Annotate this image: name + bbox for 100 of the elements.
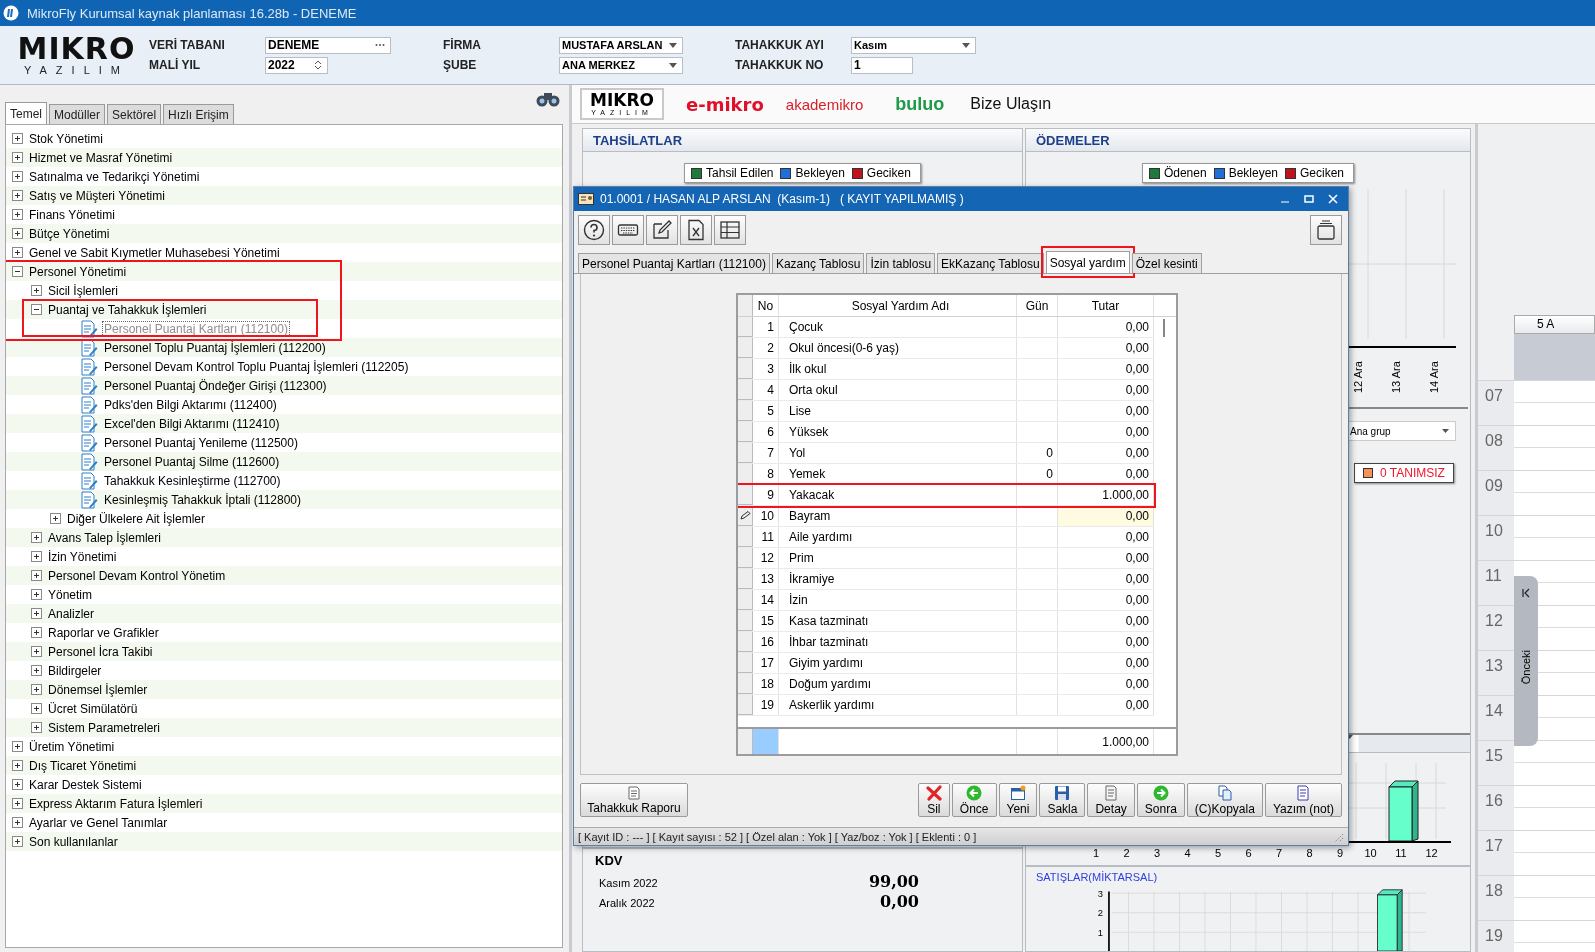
expand-icon[interactable]	[31, 551, 42, 562]
expand-icon[interactable]	[31, 646, 42, 657]
dialog-tab[interactable]: EkKazanç Tablosu	[937, 253, 1044, 273]
sidebar-tab[interactable]: Hızlı Erişim	[163, 104, 234, 124]
tree-item[interactable]: Sicil İşlemleri	[46, 282, 120, 299]
expand-icon[interactable]	[12, 836, 23, 847]
group-dropdown[interactable]: Ana grup	[1346, 421, 1456, 441]
sidebar-tab[interactable]: Modüller	[49, 104, 106, 124]
excel-button[interactable]	[680, 215, 712, 245]
dialog-tab[interactable]: Personel Puantaj Kartları (112100)	[578, 253, 770, 273]
action-button[interactable]: Sakla	[1039, 783, 1086, 817]
collapse-icon[interactable]	[31, 304, 42, 315]
collapse-icon[interactable]	[12, 266, 23, 277]
input-field[interactable]: Kasım	[851, 36, 976, 54]
tree-item[interactable]: Personel Devam Kontrol Toplu Puantaj İşlemleri (112205)	[102, 358, 411, 375]
row-selector[interactable]	[738, 464, 753, 484]
previous-tab[interactable]: Önceki	[1514, 576, 1538, 746]
expand-icon[interactable]	[31, 532, 42, 543]
input-field[interactable]: 1	[851, 56, 913, 74]
tree-item[interactable]: Ayarlar ve Genel Tanımlar	[27, 814, 170, 831]
table-cell: Yakacak	[779, 485, 1017, 505]
expand-icon[interactable]	[12, 133, 23, 144]
input-field[interactable]: ANA MERKEZ	[559, 56, 683, 74]
expand-icon[interactable]	[12, 152, 23, 163]
window-layers-button[interactable]	[1310, 215, 1342, 245]
tree-item[interactable]: Personel Puantaj Yenileme (112500)	[102, 434, 300, 451]
tree-item[interactable]: Diğer Ülkelere Ait İşlemler	[65, 510, 208, 527]
expand-icon[interactable]	[12, 741, 23, 752]
tree-item[interactable]: Son kullanılanlar	[27, 833, 120, 850]
expand-icon[interactable]	[12, 760, 23, 771]
tree-item[interactable]: Tahakkuk Kesinleştirme (112700)	[102, 472, 283, 489]
keyboard-button[interactable]	[612, 215, 644, 245]
tree-item[interactable]: Dönemsel İşlemler	[46, 681, 150, 698]
expand-icon[interactable]	[12, 228, 23, 239]
action-button[interactable]: Detay	[1087, 783, 1135, 817]
expand-icon[interactable]	[12, 190, 23, 201]
grid-button[interactable]	[714, 215, 746, 245]
maximize-icon[interactable]	[1304, 194, 1314, 204]
action-button[interactable]: Yeni	[998, 783, 1038, 817]
edit-button[interactable]	[646, 215, 678, 245]
expand-icon[interactable]	[31, 703, 42, 714]
tree-item[interactable]: Bütçe Yönetimi	[27, 225, 112, 242]
expand-icon[interactable]	[31, 627, 42, 638]
banner-link[interactable]: Bize Ulaşın	[970, 95, 1052, 113]
binoculars-icon[interactable]	[535, 91, 561, 107]
tree-item[interactable]: Analizler	[46, 605, 97, 622]
tree-item[interactable]: Sistem Parametreleri	[46, 719, 163, 736]
action-button[interactable]: Önce	[951, 783, 997, 817]
action-button[interactable]: Sonra	[1136, 783, 1185, 817]
expand-icon[interactable]	[12, 171, 23, 182]
tree-item[interactable]: Üretim Yönetimi	[27, 738, 117, 755]
tree-item[interactable]: Finans Yönetimi	[27, 206, 117, 223]
tree-item[interactable]: Satınalma ve Tedarikçi Yönetimi	[27, 168, 202, 185]
dialog-tab[interactable]: Kazanç Tablosu	[771, 253, 865, 273]
tree-item[interactable]: İzin Yönetimi	[46, 548, 119, 565]
action-button[interactable]: (C)Kopyala	[1186, 783, 1263, 817]
tree-item[interactable]: Yönetim	[46, 586, 95, 603]
column-header[interactable]: Tutar	[1058, 295, 1154, 316]
tree-item[interactable]: Bildirgeler	[46, 662, 104, 679]
report-button[interactable]: Tahakkuk Raporu	[580, 783, 688, 817]
tree-item[interactable]: Pdks'den Bilgi Aktarımı (112400)	[102, 396, 279, 413]
expand-icon[interactable]	[12, 798, 23, 809]
tree-item[interactable]: Personel İcra Takibi	[46, 643, 155, 660]
column-header[interactable]: Sosyal Yardım Adı	[779, 295, 1017, 316]
tree-item[interactable]: Dış Ticaret Yönetimi	[27, 757, 139, 774]
scrollbar-thumb[interactable]	[1163, 319, 1165, 337]
tree-item[interactable]: Genel ve Sabit Kıymetler Muhasebesi Yönetimi	[27, 244, 282, 261]
input-field[interactable]: MUSTAFA ARSLAN	[559, 36, 683, 54]
tree-item[interactable]: Raporlar ve Grafikler	[46, 624, 161, 641]
input-field[interactable]: DENEME	[265, 36, 391, 54]
column-header[interactable]: No	[753, 295, 779, 316]
input-field[interactable]: 2022	[265, 56, 328, 74]
action-button[interactable]: Sil	[917, 783, 950, 817]
expand-icon[interactable]	[12, 817, 23, 828]
column-header[interactable]: Gün	[1017, 295, 1058, 316]
tree-item[interactable]: Stok Yönetimi	[27, 130, 105, 147]
help-button[interactable]	[578, 215, 610, 245]
tree-item[interactable]: Ücret Simülatörü	[46, 700, 140, 717]
expand-icon[interactable]	[31, 684, 42, 695]
dialog-tab[interactable]: Özel kesinti	[1131, 253, 1202, 273]
expand-icon[interactable]	[50, 513, 61, 524]
banner-link[interactable]: e-mikro	[685, 93, 764, 115]
expand-icon[interactable]	[12, 779, 23, 790]
expand-icon[interactable]	[31, 285, 42, 296]
tree-item[interactable]: Personel Yönetimi	[27, 263, 129, 280]
expand-icon[interactable]	[31, 608, 42, 619]
expand-icon[interactable]	[31, 589, 42, 600]
dialog-tab[interactable]: İzin tablosu	[866, 253, 936, 273]
action-button[interactable]: Yazım (not)	[1264, 783, 1342, 817]
expand-icon[interactable]	[12, 209, 23, 220]
tree-item[interactable]: Avans Talep İşlemleri	[46, 529, 163, 546]
expand-icon[interactable]	[31, 570, 42, 581]
expand-icon[interactable]	[12, 247, 23, 258]
expand-icon[interactable]	[31, 665, 42, 676]
sidebar-tab[interactable]: Sektörel	[107, 104, 162, 124]
tree-item[interactable]: Karar Destek Sistemi	[27, 776, 144, 793]
expand-icon[interactable]	[31, 722, 42, 733]
close-icon[interactable]	[1328, 194, 1338, 204]
banner-link[interactable]: akademikro	[785, 95, 864, 113]
sidebar-tab[interactable]: Temel	[5, 102, 47, 124]
